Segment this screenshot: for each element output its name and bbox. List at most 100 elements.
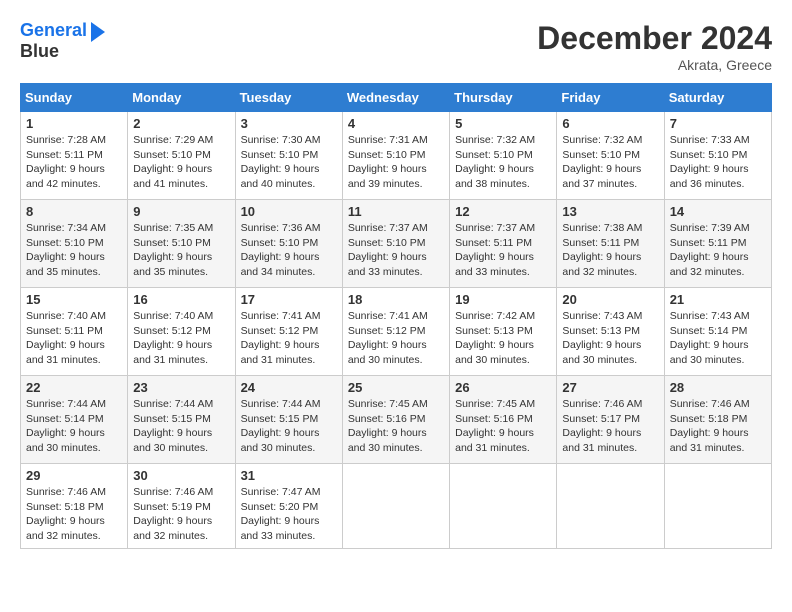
calendar-cell: 14Sunrise: 7:39 AMSunset: 5:11 PMDayligh…: [664, 200, 771, 288]
calendar-cell: 17Sunrise: 7:41 AMSunset: 5:12 PMDayligh…: [235, 288, 342, 376]
col-header-wednesday: Wednesday: [342, 84, 449, 112]
cell-sun-info: Sunrise: 7:43 AMSunset: 5:13 PMDaylight:…: [562, 309, 658, 368]
cell-sun-info: Sunrise: 7:40 AMSunset: 5:11 PMDaylight:…: [26, 309, 122, 368]
cell-sun-info: Sunrise: 7:31 AMSunset: 5:10 PMDaylight:…: [348, 133, 444, 192]
cell-sun-info: Sunrise: 7:44 AMSunset: 5:15 PMDaylight:…: [241, 397, 337, 456]
day-number: 29: [26, 468, 122, 483]
calendar-cell: 22Sunrise: 7:44 AMSunset: 5:14 PMDayligh…: [21, 376, 128, 464]
calendar-week-row: 8 Sunrise: 7:34 AMSunset: 5:10 PMDaylight…: [21, 200, 772, 288]
calendar-cell: 10Sunrise: 7:36 AMSunset: 5:10 PMDayligh…: [235, 200, 342, 288]
day-number: 16: [133, 292, 229, 307]
col-header-monday: Monday: [128, 84, 235, 112]
day-number: 9: [133, 204, 229, 219]
cell-sun-info: Sunrise: 7:46 AMSunset: 5:18 PMDaylight:…: [670, 397, 766, 456]
cell-sun-info: Sunrise: 7:37 AMSunset: 5:11 PMDaylight:…: [455, 221, 551, 280]
day-number: 6: [562, 116, 658, 131]
col-header-thursday: Thursday: [450, 84, 557, 112]
calendar-cell: 16Sunrise: 7:40 AMSunset: 5:12 PMDayligh…: [128, 288, 235, 376]
cell-sun-info: Sunrise: 7:42 AMSunset: 5:13 PMDaylight:…: [455, 309, 551, 368]
day-number: 13: [562, 204, 658, 219]
calendar-cell: 15 Sunrise: 7:40 AMSunset: 5:11 PMDayligh…: [21, 288, 128, 376]
cell-sun-info: Sunrise: 7:47 AMSunset: 5:20 PMDaylight:…: [241, 485, 337, 544]
cell-sun-info: Sunrise: 7:41 AMSunset: 5:12 PMDaylight:…: [348, 309, 444, 368]
cell-sun-info: Sunrise: 7:32 AMSunset: 5:10 PMDaylight:…: [562, 133, 658, 192]
page-header: General Blue December 2024 Akrata, Greec…: [20, 20, 772, 73]
calendar-cell: 12 Sunrise: 7:37 AMSunset: 5:11 PMDayligh…: [450, 200, 557, 288]
calendar-cell: 19 Sunrise: 7:42 AMSunset: 5:13 PMDayligh…: [450, 288, 557, 376]
cell-sun-info: Sunrise: 7:28 AMSunset: 5:11 PMDaylight:…: [26, 133, 122, 192]
calendar-cell: 8 Sunrise: 7:34 AMSunset: 5:10 PMDaylight…: [21, 200, 128, 288]
day-number: 15: [26, 292, 122, 307]
calendar-cell: [664, 464, 771, 549]
calendar-cell: 28Sunrise: 7:46 AMSunset: 5:18 PMDayligh…: [664, 376, 771, 464]
cell-sun-info: Sunrise: 7:46 AMSunset: 5:17 PMDaylight:…: [562, 397, 658, 456]
calendar-cell: 3Sunrise: 7:30 AMSunset: 5:10 PMDaylight…: [235, 112, 342, 200]
cell-sun-info: Sunrise: 7:34 AMSunset: 5:10 PMDaylight:…: [26, 221, 122, 280]
cell-sun-info: Sunrise: 7:35 AMSunset: 5:10 PMDaylight:…: [133, 221, 229, 280]
day-number: 1: [26, 116, 122, 131]
cell-sun-info: Sunrise: 7:44 AMSunset: 5:15 PMDaylight:…: [133, 397, 229, 456]
day-number: 2: [133, 116, 229, 131]
calendar-header-row: SundayMondayTuesdayWednesdayThursdayFrid…: [21, 84, 772, 112]
day-number: 20: [562, 292, 658, 307]
calendar-cell: 27 Sunrise: 7:46 AMSunset: 5:17 PMDayligh…: [557, 376, 664, 464]
logo-subtext: Blue: [20, 42, 59, 62]
col-header-friday: Friday: [557, 84, 664, 112]
cell-sun-info: Sunrise: 7:45 AMSunset: 5:16 PMDaylight:…: [348, 397, 444, 456]
day-number: 26: [455, 380, 551, 395]
day-number: 31: [241, 468, 337, 483]
day-number: 24: [241, 380, 337, 395]
calendar-cell: 4 Sunrise: 7:31 AMSunset: 5:10 PMDaylight…: [342, 112, 449, 200]
location-text: Akrata, Greece: [537, 57, 772, 73]
calendar-cell: 7Sunrise: 7:33 AMSunset: 5:10 PMDaylight…: [664, 112, 771, 200]
cell-sun-info: Sunrise: 7:36 AMSunset: 5:10 PMDaylight:…: [241, 221, 337, 280]
day-number: 30: [133, 468, 229, 483]
calendar-cell: 21 Sunrise: 7:43 AMSunset: 5:14 PMDayligh…: [664, 288, 771, 376]
cell-sun-info: Sunrise: 7:41 AMSunset: 5:12 PMDaylight:…: [241, 309, 337, 368]
cell-sun-info: Sunrise: 7:39 AMSunset: 5:11 PMDaylight:…: [670, 221, 766, 280]
calendar-cell: 31 Sunrise: 7:47 AMSunset: 5:20 PMDayligh…: [235, 464, 342, 549]
day-number: 27: [562, 380, 658, 395]
cell-sun-info: Sunrise: 7:43 AMSunset: 5:14 PMDaylight:…: [670, 309, 766, 368]
logo: General Blue: [20, 20, 105, 62]
calendar-week-row: 15 Sunrise: 7:40 AMSunset: 5:11 PMDayligh…: [21, 288, 772, 376]
logo-arrow-icon: [91, 22, 105, 42]
calendar-cell: 6 Sunrise: 7:32 AMSunset: 5:10 PMDaylight…: [557, 112, 664, 200]
day-number: 19: [455, 292, 551, 307]
day-number: 5: [455, 116, 551, 131]
calendar-cell: 2 Sunrise: 7:29 AMSunset: 5:10 PMDaylight…: [128, 112, 235, 200]
day-number: 21: [670, 292, 766, 307]
calendar-cell: 1 Sunrise: 7:28 AMSunset: 5:11 PMDaylight…: [21, 112, 128, 200]
cell-sun-info: Sunrise: 7:29 AMSunset: 5:10 PMDaylight:…: [133, 133, 229, 192]
cell-sun-info: Sunrise: 7:44 AMSunset: 5:14 PMDaylight:…: [26, 397, 122, 456]
day-number: 18: [348, 292, 444, 307]
calendar-cell: 30 Sunrise: 7:46 AMSunset: 5:19 PMDayligh…: [128, 464, 235, 549]
calendar-cell: 25 Sunrise: 7:45 AMSunset: 5:16 PMDayligh…: [342, 376, 449, 464]
day-number: 3: [241, 116, 337, 131]
calendar-cell: 23 Sunrise: 7:44 AMSunset: 5:15 PMDayligh…: [128, 376, 235, 464]
cell-sun-info: Sunrise: 7:46 AMSunset: 5:18 PMDaylight:…: [26, 485, 122, 544]
day-number: 12: [455, 204, 551, 219]
cell-sun-info: Sunrise: 7:38 AMSunset: 5:11 PMDaylight:…: [562, 221, 658, 280]
cell-sun-info: Sunrise: 7:46 AMSunset: 5:19 PMDaylight:…: [133, 485, 229, 544]
calendar-cell: [450, 464, 557, 549]
col-header-saturday: Saturday: [664, 84, 771, 112]
calendar-cell: 20 Sunrise: 7:43 AMSunset: 5:13 PMDayligh…: [557, 288, 664, 376]
cell-sun-info: Sunrise: 7:45 AMSunset: 5:16 PMDaylight:…: [455, 397, 551, 456]
day-number: 4: [348, 116, 444, 131]
month-title: December 2024: [537, 20, 772, 57]
logo-text: General: [20, 21, 87, 41]
calendar-week-row: 1 Sunrise: 7:28 AMSunset: 5:11 PMDaylight…: [21, 112, 772, 200]
calendar-cell: [342, 464, 449, 549]
cell-sun-info: Sunrise: 7:32 AMSunset: 5:10 PMDaylight:…: [455, 133, 551, 192]
calendar-cell: 29 Sunrise: 7:46 AMSunset: 5:18 PMDayligh…: [21, 464, 128, 549]
calendar-table: SundayMondayTuesdayWednesdayThursdayFrid…: [20, 83, 772, 549]
calendar-cell: 26 Sunrise: 7:45 AMSunset: 5:16 PMDayligh…: [450, 376, 557, 464]
day-number: 8: [26, 204, 122, 219]
cell-sun-info: Sunrise: 7:33 AMSunset: 5:10 PMDaylight:…: [670, 133, 766, 192]
day-number: 25: [348, 380, 444, 395]
day-number: 11: [348, 204, 444, 219]
calendar-cell: [557, 464, 664, 549]
day-number: 23: [133, 380, 229, 395]
calendar-week-row: 22Sunrise: 7:44 AMSunset: 5:14 PMDayligh…: [21, 376, 772, 464]
